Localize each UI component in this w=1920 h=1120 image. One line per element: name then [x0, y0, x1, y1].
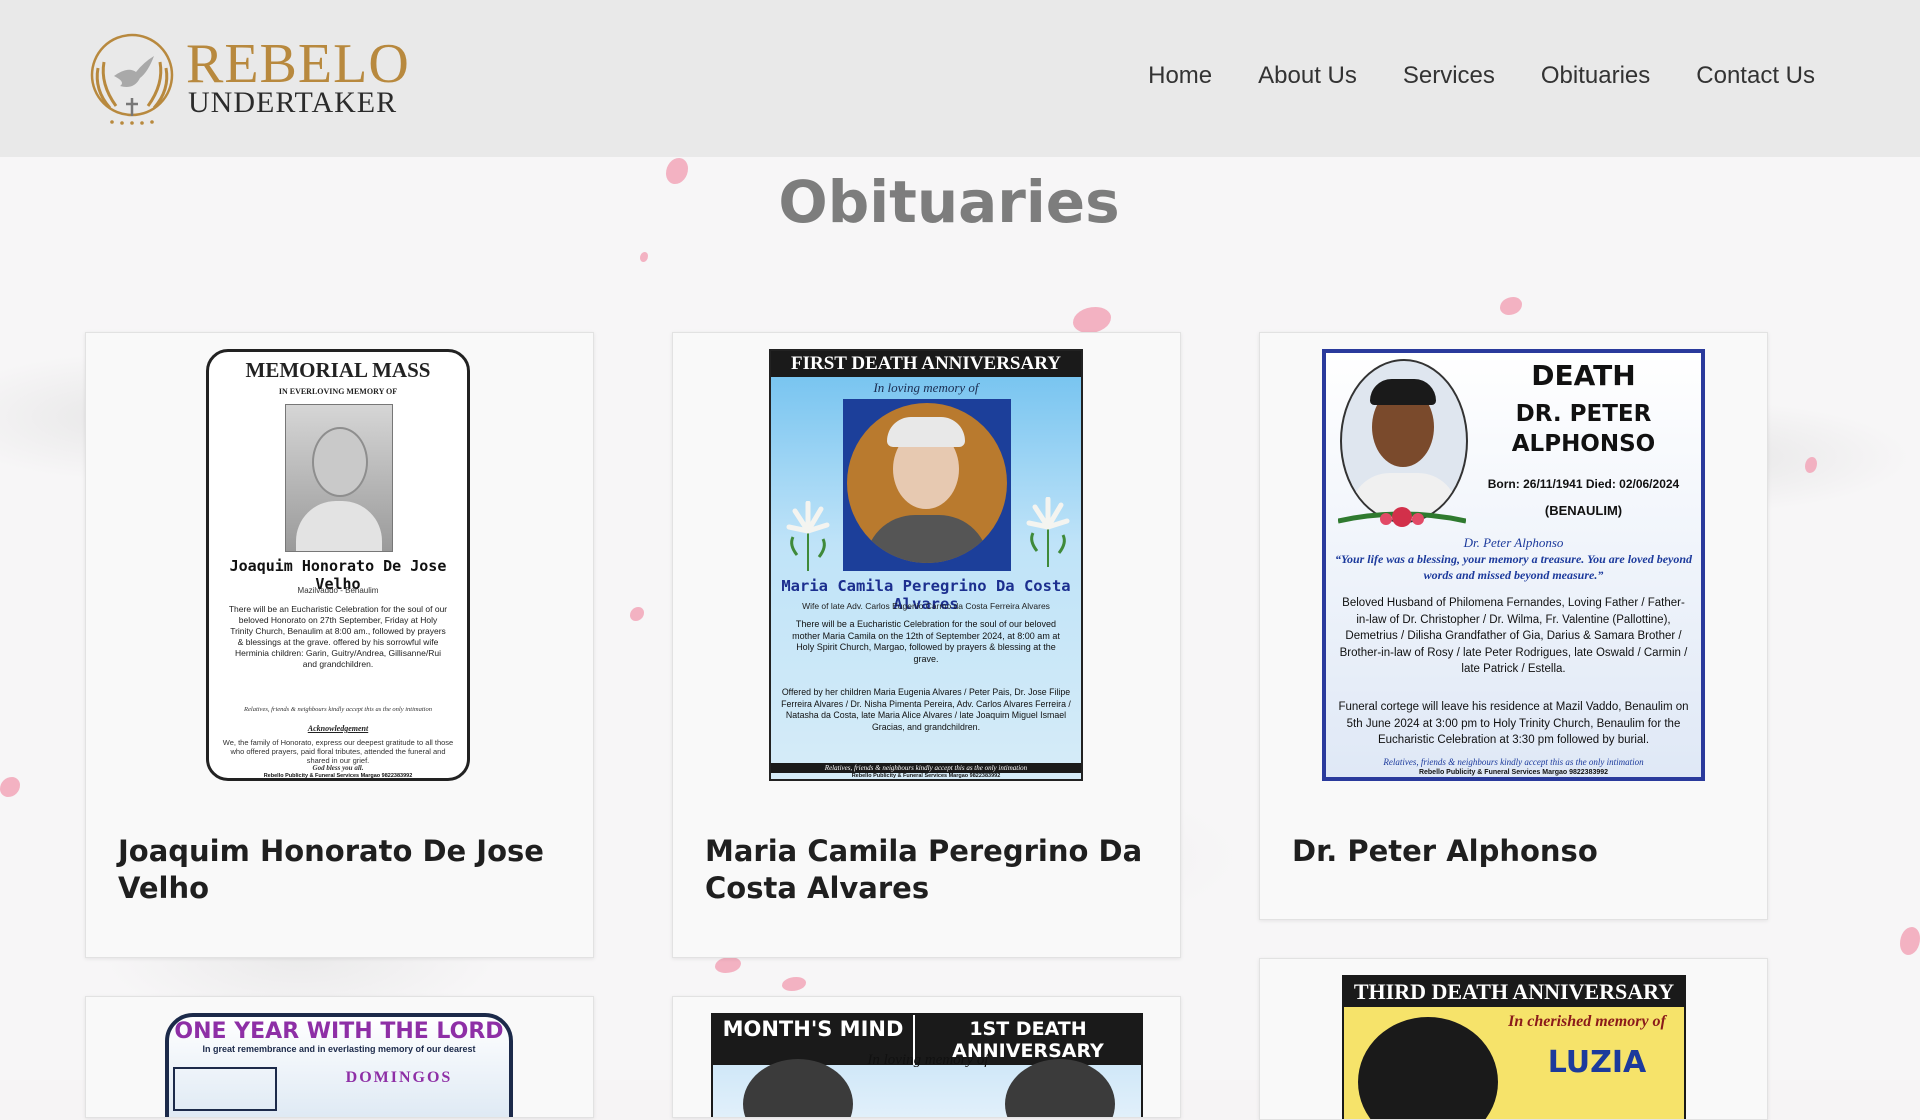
poster-note: Relatives, friends & neighbours kindly a…	[1383, 757, 1644, 767]
poster-subheading: IN EVERLOVING MEMORY OF	[278, 387, 398, 396]
nav-home[interactable]: Home	[1148, 62, 1212, 90]
poster-place: Mazilvaddo - Benaulim	[297, 586, 379, 595]
dove-laurel-emblem-icon	[90, 33, 174, 125]
poster-quote: “Your life was a blessing, your memory a…	[1334, 552, 1693, 582]
brand-tagline: UNDERTAKER	[188, 86, 398, 119]
poster-credit: Rebello Publicity & Funeral Services Mar…	[263, 773, 413, 779]
obituary-name[interactable]: Joaquim Honorato De Jose Velho	[118, 833, 567, 907]
poster-subheading: In loving memory of	[873, 380, 979, 395]
petal-decoration	[0, 777, 20, 797]
lily-flower-icon	[785, 500, 831, 571]
poster-heading: DEATH	[1531, 359, 1636, 392]
page-title: Obituaries	[778, 168, 1120, 236]
poster-name-line1: DR. PETER	[1515, 401, 1652, 427]
obituary-card[interactable]: MONTH'S MIND 1ST DEATH ANNIVERSARY In lo…	[672, 996, 1181, 1118]
obituary-card[interactable]: MEMORIAL MASS IN EVERLOVING MEMORY OF Jo…	[85, 332, 594, 958]
poster-name: LUZIA	[1547, 1045, 1647, 1080]
flower-wreath-icon	[1337, 503, 1467, 533]
obituary-poster-image[interactable]: MEMORIAL MASS IN EVERLOVING MEMORY OF Jo…	[206, 349, 470, 781]
obituary-name[interactable]: Maria Camila Peregrino Da Costa Alvares	[705, 833, 1154, 907]
poster-credit: Rebello Publicity & Funeral Services Mar…	[851, 773, 1001, 779]
poster-name-line2: ALPHONSO	[1511, 431, 1656, 457]
obituary-card[interactable]: FIRST DEATH ANNIVERSARY In loving memory…	[672, 332, 1181, 958]
main-nav: Home About Us Services Obituaries Contac…	[1148, 62, 1815, 90]
obituary-poster-image[interactable]: FIRST DEATH ANNIVERSARY In loving memory…	[769, 349, 1083, 781]
obituary-poster-image[interactable]: THIRD DEATH ANNIVERSARY In cherished mem…	[1342, 975, 1686, 1119]
poster-wife-of: Wife of late Adv. Carlos Eugenio Carmo d…	[802, 601, 1050, 611]
petal-decoration	[1073, 307, 1111, 333]
poster-ack-bless: God bless you all.	[312, 764, 364, 772]
poster-heading: ONE YEAR WITH THE LORD	[174, 1019, 504, 1044]
nav-services[interactable]: Services	[1403, 62, 1495, 90]
poster-name: DOMINGOS	[345, 1069, 453, 1086]
petal-decoration	[630, 607, 644, 621]
obituary-card[interactable]: DEATH DR. PETER ALPHONSO Born: 26/11/194…	[1259, 332, 1768, 920]
brand-logo[interactable]: REBELO UNDERTAKER	[82, 28, 409, 128]
site-header: REBELO UNDERTAKER Home About Us Services…	[0, 0, 1920, 157]
petal-decoration	[715, 957, 741, 973]
petal-decoration	[1500, 297, 1522, 315]
lily-flower-icon	[1025, 496, 1071, 567]
poster-body: There will be an Eucharistic Celebration…	[228, 604, 448, 669]
poster-heading: THIRD DEATH ANNIVERSARY	[1344, 977, 1684, 1007]
nav-about-us[interactable]: About Us	[1258, 62, 1357, 90]
petal-decoration	[782, 977, 806, 991]
poster-offered: Offered by her children Maria Eugenia Al…	[781, 687, 1071, 732]
poster-funeral: Funeral cortege will leave his residence…	[1338, 701, 1689, 746]
poster-family: Beloved Husband of Philomena Fernandes, …	[1339, 597, 1688, 675]
portrait-photo	[285, 404, 393, 552]
poster-note: Relatives, friends & neighbours kindly a…	[244, 706, 432, 713]
petal-decoration	[1805, 457, 1817, 473]
poster-heading: MEMORIAL MASS	[245, 358, 431, 382]
poster-place: (BENAULIM)	[1544, 503, 1623, 518]
petal-decoration	[640, 252, 648, 262]
poster-body: There will be a Eucharistic Celebration …	[792, 619, 1060, 664]
poster-heading: FIRST DEATH ANNIVERSARY	[771, 351, 1081, 377]
obituary-poster-image[interactable]: ONE YEAR WITH THE LORD In great remembra…	[165, 1013, 513, 1117]
poster-ack: We, the family of Honorato, express our …	[222, 738, 454, 765]
poster-ack-title: Acknowledgement	[307, 724, 369, 733]
poster-dates: Born: 26/11/1941 Died: 02/06/2024	[1487, 477, 1680, 491]
portrait-photo	[843, 399, 1011, 571]
obituary-card[interactable]: THIRD DEATH ANNIVERSARY In cherished mem…	[1259, 958, 1768, 1120]
obituary-card[interactable]: ONE YEAR WITH THE LORD In great remembra…	[85, 996, 594, 1118]
nav-contact-us[interactable]: Contact Us	[1696, 62, 1815, 90]
obituary-poster-image[interactable]: MONTH'S MIND 1ST DEATH ANNIVERSARY In lo…	[711, 1013, 1143, 1117]
poster-note: Relatives, friends & neighbours kindly a…	[771, 763, 1081, 773]
poster-subheading: In great remembrance and in everlasting …	[202, 1044, 476, 1054]
obituary-poster-image[interactable]: DEATH DR. PETER ALPHONSO Born: 26/11/194…	[1322, 349, 1705, 781]
poster-subheading: In loving memory of	[867, 1052, 989, 1068]
nav-obituaries[interactable]: Obituaries	[1541, 62, 1650, 90]
poster-subheading: In cherished memory of	[1508, 1013, 1666, 1030]
obituary-name[interactable]: Dr. Peter Alphonso	[1292, 833, 1741, 870]
brand-name: REBELO	[186, 33, 410, 95]
poster-credit: Rebello Publicity & Funeral Services Mar…	[1418, 769, 1609, 776]
portrait-photo	[1340, 359, 1468, 523]
petal-decoration	[1900, 927, 1920, 955]
poster-signature: Dr. Peter Alphonso	[1463, 535, 1564, 550]
